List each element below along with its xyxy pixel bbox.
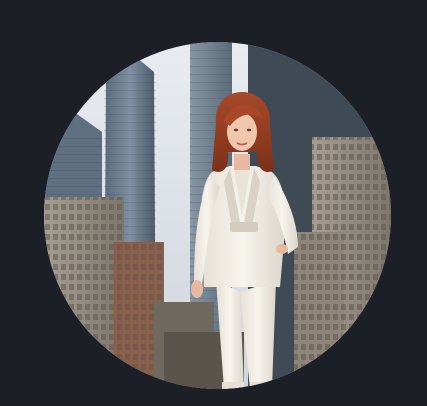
avatar-photo bbox=[44, 42, 391, 389]
profile-avatar-image bbox=[44, 42, 391, 389]
